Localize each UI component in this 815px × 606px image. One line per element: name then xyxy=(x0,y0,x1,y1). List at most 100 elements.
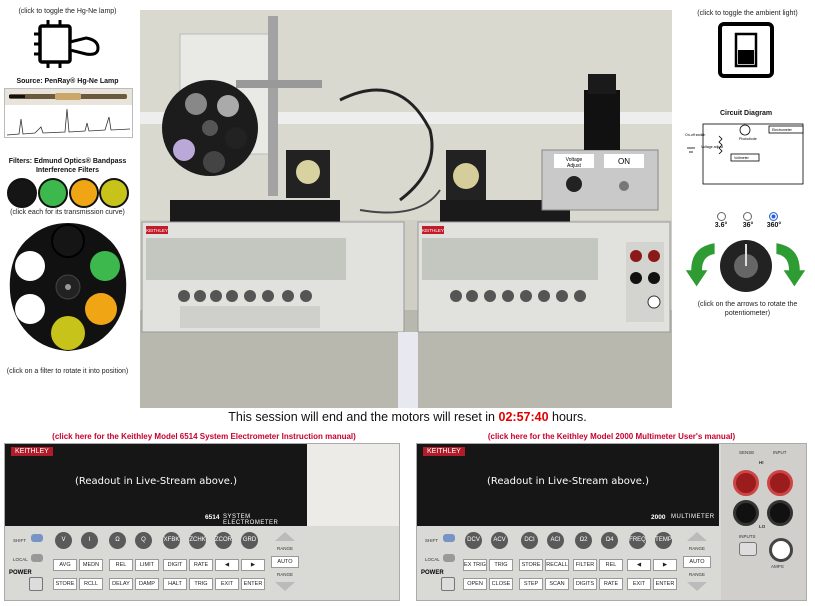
electrometer-btn-store[interactable]: STORE xyxy=(53,578,77,590)
camera-brand-label-right: KEITHLEY xyxy=(422,228,444,233)
electrometer-btn-avg[interactable]: AVG xyxy=(53,559,77,571)
angle-radio-36[interactable] xyxy=(743,212,752,221)
electrometer-btn-halt[interactable]: HALT xyxy=(163,578,187,590)
multimeter-btn-close[interactable]: CLOSE xyxy=(489,578,513,590)
electrometer-auto-button[interactable]: AUTO xyxy=(271,556,299,568)
electrometer-btn-delay[interactable]: DELAY xyxy=(109,578,133,590)
multimeter-btn-filter[interactable]: FILTER xyxy=(573,559,597,571)
angle-radio-3-6[interactable] xyxy=(717,212,726,221)
electrometer-model: 6514 xyxy=(205,514,220,521)
electrometer-btn-rate[interactable]: RATE xyxy=(189,559,213,571)
multimeter-btn-ohm2[interactable]: Ω2 xyxy=(575,532,592,549)
electrometer-shift-button[interactable] xyxy=(31,534,43,542)
electrometer-range-label: RANGE xyxy=(277,546,294,551)
electrometer-btn-i[interactable]: I xyxy=(81,532,98,549)
electrometer-btn-enter[interactable]: ENTER xyxy=(241,578,265,590)
electrometer-btn-limit[interactable]: LIMIT xyxy=(135,559,159,571)
multimeter-lo-label: LO xyxy=(759,524,766,529)
multimeter-btn-recall[interactable]: RECALL xyxy=(545,559,569,571)
multimeter-input-label: INPUT xyxy=(773,450,787,455)
multimeter-btn-scan[interactable]: SCAN xyxy=(545,578,569,590)
electrometer-display: KEITHLEY (Readout in Live-Stream above.)… xyxy=(5,444,307,526)
electrometer-btn-q[interactable]: Q xyxy=(135,532,152,549)
multimeter-power-button[interactable] xyxy=(441,577,455,591)
multimeter-range-up-button[interactable] xyxy=(687,532,707,541)
electrometer-btn-rel[interactable]: REL xyxy=(109,559,133,571)
angle-radio-360[interactable] xyxy=(769,212,778,221)
electrometer-brand: KEITHLEY xyxy=(11,447,53,456)
electrometer-model-name: SYSTEM ELECTROMETER xyxy=(223,514,279,526)
multimeter-btn-trig[interactable]: TRIG xyxy=(489,559,513,571)
electrometer-range-up-button[interactable] xyxy=(275,532,295,541)
electrometer-btn-grd[interactable]: GRD xyxy=(241,532,258,549)
input-lo-terminal[interactable] xyxy=(767,500,793,526)
lamp-toggle-switch-icon[interactable] xyxy=(32,20,102,68)
electrometer-btn-damp[interactable]: DAMP xyxy=(135,578,159,590)
electrometer-btn-xfbk[interactable]: XFBK xyxy=(163,532,180,549)
multimeter-btn-acv[interactable]: ACV xyxy=(491,532,508,549)
sense-lo-terminal[interactable] xyxy=(733,500,759,526)
multimeter-range-down-button[interactable] xyxy=(687,582,707,591)
multimeter-btn-freq[interactable]: FREQ xyxy=(629,532,646,549)
electrometer-range-down-button[interactable] xyxy=(275,582,295,591)
electrometer-btn-left[interactable]: ◀ xyxy=(215,559,239,571)
multimeter-btn-aci[interactable]: ACI xyxy=(547,532,564,549)
filter-wheel[interactable] xyxy=(8,221,128,353)
electrometer-btn-v[interactable]: V xyxy=(55,532,72,549)
multimeter-model: 2000 xyxy=(651,514,666,521)
multimeter-manual-link[interactable]: (click here for the Keithley Model 2000 … xyxy=(408,432,815,441)
inputs-selector-button[interactable] xyxy=(739,542,757,556)
electrometer-power-button[interactable] xyxy=(29,577,43,591)
filters-caption: Filters: Edmund Optics® Bandpass xyxy=(8,158,127,165)
electrometer-btn-digit[interactable]: DIGIT xyxy=(163,559,187,571)
multimeter-btn-digits[interactable]: DIGITS xyxy=(573,578,597,590)
multimeter-btn-open[interactable]: OPEN xyxy=(463,578,487,590)
rotate-right-arrow-icon[interactable] xyxy=(771,236,807,290)
electrometer-btn-exit[interactable]: EXIT xyxy=(215,578,239,590)
multimeter-btn-rel[interactable]: REL xyxy=(599,559,623,571)
multimeter-btn-dcv[interactable]: DCV xyxy=(465,532,482,549)
session-time: 02:57:40 xyxy=(498,410,549,424)
amps-terminal[interactable] xyxy=(769,538,793,562)
multimeter-btn-right[interactable]: ▶ xyxy=(653,559,677,571)
electrometer-manual-link[interactable]: (click here for the Keithley Model 6514 … xyxy=(0,432,408,441)
sense-hi-terminal[interactable] xyxy=(733,470,759,496)
multimeter-shift-button[interactable] xyxy=(443,534,455,542)
ambient-light-switch-icon[interactable] xyxy=(718,22,774,78)
filter-orange-button[interactable] xyxy=(69,178,99,208)
multimeter-amps-label: AMPS xyxy=(771,564,784,569)
electrometer-btn-trig[interactable]: TRIG xyxy=(189,578,213,590)
multimeter-btn-step[interactable]: STEP xyxy=(519,578,543,590)
filter-yellow-button[interactable] xyxy=(99,178,129,208)
filter-green-button[interactable] xyxy=(38,178,68,208)
electrometer-local-label: LOCAL xyxy=(13,557,28,562)
multimeter-range-label-2: RANGE xyxy=(689,572,706,577)
multimeter-btn-temp[interactable]: TEMP xyxy=(655,532,672,549)
electrometer-btn-zchk[interactable]: ZCHK xyxy=(189,532,206,549)
electrometer-range-label-2: RANGE xyxy=(277,572,294,577)
rotate-left-arrow-icon[interactable] xyxy=(684,236,720,290)
session-timer: This session will end and the motors wil… xyxy=(0,410,815,424)
multimeter-btn-dci[interactable]: DCI xyxy=(521,532,538,549)
hg-lamp-spectrum-image xyxy=(4,88,133,138)
multimeter-btn-ex-trig[interactable]: EX TRIG xyxy=(463,559,487,571)
potentiometer-hint-1: (click on the arrows to rotate the xyxy=(697,301,798,308)
electrometer-btn-right[interactable]: ▶ xyxy=(241,559,265,571)
multimeter-btn-rate[interactable]: RATE xyxy=(599,578,623,590)
electrometer-btn-ohm[interactable]: Ω xyxy=(109,532,126,549)
electrometer-btn-zcor[interactable]: ZCOR xyxy=(215,532,232,549)
multimeter-auto-button[interactable]: AUTO xyxy=(683,556,711,568)
electrometer-btn-rcll[interactable]: RCLL xyxy=(79,578,103,590)
electrometer-local-button[interactable] xyxy=(31,554,43,562)
electrometer-btn-medn[interactable]: MEDN xyxy=(79,559,103,571)
filter-black-button[interactable] xyxy=(7,178,37,208)
multimeter-btn-left[interactable]: ◀ xyxy=(627,559,651,571)
multimeter-local-button[interactable] xyxy=(443,554,455,562)
multimeter-btn-exit[interactable]: EXIT xyxy=(627,578,651,590)
multimeter-btn-ohm4[interactable]: Ω4 xyxy=(601,532,618,549)
input-hi-terminal[interactable] xyxy=(767,470,793,496)
multimeter-btn-store[interactable]: STORE xyxy=(519,559,543,571)
multimeter-btn-enter[interactable]: ENTER xyxy=(653,578,677,590)
lamp-toggle-caption: (click to toggle the Hg-Ne lamp) xyxy=(18,8,117,15)
electrometer-shift-label: SHIFT xyxy=(13,538,26,543)
